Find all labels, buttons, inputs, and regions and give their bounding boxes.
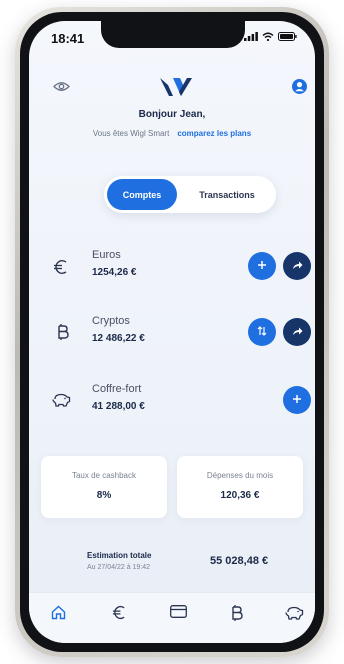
tab-transactions[interactable]: Transactions: [184, 179, 270, 210]
cashback-value: 8%: [96, 490, 112, 501]
app-screen: 18:41 Bonjour Jean, Vous êtes Wigl Smart…: [29, 21, 315, 643]
account-value-coffre-fort: 41 288,00 €: [92, 401, 145, 412]
send-cryptos-button[interactable]: [283, 318, 311, 346]
eye-icon[interactable]: [53, 81, 70, 92]
compare-plans-link[interactable]: comparez les plans: [177, 129, 251, 138]
total-estimate-value: 55 028,48 €: [210, 555, 269, 567]
wifi-icon: [262, 32, 274, 41]
bottom-tab-bar: [29, 592, 315, 643]
add-coffre-fort-button[interactable]: [283, 386, 311, 414]
share-arrow-icon: [292, 323, 303, 341]
monthly-spending-label: Dépenses du mois: [206, 471, 274, 480]
plan-subtitle: Vous êtes Wigl Smart comparez les plans: [29, 129, 315, 138]
account-value-euros: 1254,26 €: [92, 267, 137, 278]
phone-bezel: 18:41 Bonjour Jean, Vous êtes Wigl Smart…: [20, 12, 324, 652]
phone-frame: 18:41 Bonjour Jean, Vous êtes Wigl Smart…: [15, 7, 329, 657]
account-name-cryptos: Cryptos: [92, 315, 130, 327]
home-icon[interactable]: [51, 605, 66, 620]
cashback-label: Taux de cashback: [71, 471, 137, 480]
plan-text: Vous êtes Wigl Smart: [92, 129, 170, 138]
user-icon[interactable]: [292, 79, 307, 94]
bitcoin-tab-icon[interactable]: [231, 605, 243, 621]
account-name-euros: Euros: [92, 249, 121, 261]
euro-tab-icon[interactable]: [112, 605, 127, 620]
bitcoin-icon: [57, 324, 69, 340]
greeting: Bonjour Jean,: [138, 109, 206, 120]
status-time: 18:41: [51, 31, 85, 46]
cashback-card: Taux de cashback 8%: [41, 456, 167, 518]
total-estimate-label: Estimation totale: [87, 551, 152, 560]
monthly-spending-card: Dépenses du mois 120,36 €: [177, 456, 303, 518]
account-value-cryptos: 12 486,22 €: [92, 333, 145, 344]
wigl-logo-icon: [160, 76, 192, 98]
add-euros-button[interactable]: [248, 252, 276, 280]
swap-arrows-icon: [257, 323, 267, 341]
total-estimate-date: Au 27/04/22 à 19:42: [87, 564, 151, 571]
plus-icon: [292, 391, 302, 409]
tab-switcher: Comptes Transactions: [104, 176, 276, 213]
piggy-bank-icon: [52, 392, 71, 408]
tab-comptes[interactable]: Comptes: [107, 179, 177, 210]
monthly-spending-value: 120,36 €: [220, 490, 260, 501]
send-euros-button[interactable]: [283, 252, 311, 280]
battery-icon: [278, 32, 297, 41]
plus-icon: [257, 257, 267, 275]
card-icon[interactable]: [170, 605, 187, 618]
piggy-bank-tab-icon[interactable]: [285, 605, 304, 621]
status-icons: [244, 32, 297, 41]
share-arrow-icon: [292, 257, 303, 275]
exchange-cryptos-button[interactable]: [248, 318, 276, 346]
account-name-coffre-fort: Coffre-fort: [92, 383, 142, 395]
phone-notch: [101, 21, 245, 48]
euro-icon: [53, 259, 69, 275]
signal-icon: [244, 32, 258, 41]
